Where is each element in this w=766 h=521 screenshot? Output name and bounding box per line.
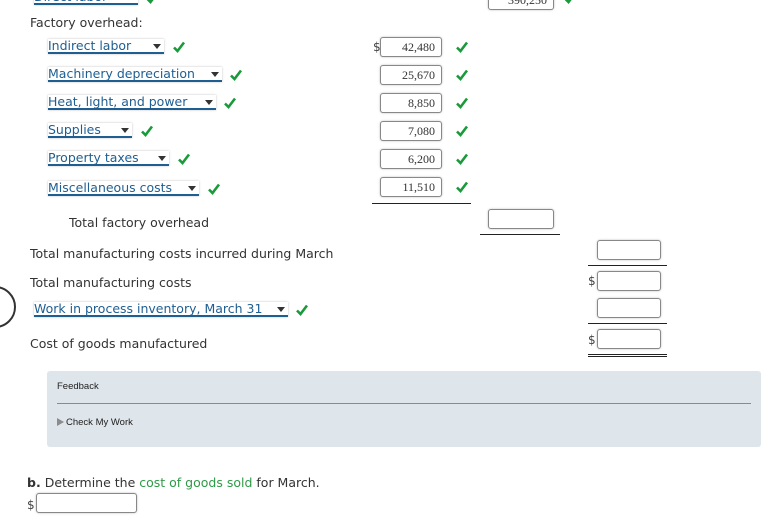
overhead-amount-input[interactable]: 7,080 <box>380 121 442 141</box>
check-my-work-toggle[interactable]: Check My Work <box>57 417 133 428</box>
check-icon <box>140 124 154 138</box>
total-manufacturing-costs-label: Total manufacturing costs <box>30 275 192 290</box>
check-icon <box>177 152 191 166</box>
feedback-panel: Feedback Check My Work <box>47 371 761 447</box>
chevron-down-icon <box>188 186 196 191</box>
wip-rule <box>588 323 667 324</box>
check-icon <box>563 0 577 5</box>
check-icon <box>455 96 469 110</box>
overhead-select-property-taxes[interactable]: Property taxes <box>48 151 169 166</box>
dollar-sign: $ <box>588 333 596 347</box>
wip-inventory-input[interactable] <box>597 298 661 318</box>
select-label: Machinery depreciation <box>48 66 195 81</box>
select-label: Property taxes <box>48 150 139 165</box>
check-icon <box>455 68 469 82</box>
part-b-text-after: for March. <box>256 475 320 490</box>
cogm-input[interactable] <box>597 329 661 349</box>
check-icon <box>455 40 469 54</box>
check-icon <box>295 303 309 317</box>
wip-inventory-select[interactable]: Work in process inventory, March 31 <box>34 302 288 317</box>
check-my-work-label: Check My Work <box>66 417 133 428</box>
select-label: Direct labor <box>34 0 107 4</box>
check-icon <box>455 180 469 194</box>
check-icon <box>223 96 237 110</box>
check-icon <box>207 182 221 196</box>
cost-of-goods-sold-term[interactable]: cost of goods sold <box>139 475 252 490</box>
overhead-select-machinery-depreciation[interactable]: Machinery depreciation <box>48 67 222 82</box>
cogm-double-rule-bottom <box>588 356 667 357</box>
part-b-prefix: b. <box>27 475 41 490</box>
check-icon <box>145 0 159 5</box>
total-manufacturing-costs-input[interactable] <box>597 271 661 291</box>
overhead-amount-input[interactable]: 8,850 <box>380 93 442 113</box>
total-incurred-input[interactable] <box>597 240 661 260</box>
overhead-select-supplies[interactable]: Supplies <box>48 123 132 138</box>
overhead-select-heat-light-power[interactable]: Heat, light, and power <box>48 95 216 110</box>
partial-circle-icon <box>0 286 16 328</box>
part-b-question: b. Determine the cost of goods sold for … <box>27 475 320 490</box>
play-triangle-icon <box>57 418 64 426</box>
select-label: Miscellaneous costs <box>48 180 173 195</box>
chevron-down-icon <box>121 128 129 133</box>
total-factory-overhead-input[interactable] <box>488 209 554 229</box>
feedback-divider <box>57 403 751 404</box>
overhead-amount-input[interactable]: 42,480 <box>380 37 442 57</box>
dollar-sign: $ <box>588 274 596 288</box>
overhead-amount-input[interactable]: 11,510 <box>380 177 442 197</box>
total-overhead-rule <box>480 234 560 235</box>
chevron-down-icon <box>153 44 161 49</box>
total-incurred-label: Total manufacturing costs incurred durin… <box>30 246 334 261</box>
direct-labor-select[interactable]: Direct labor <box>34 0 138 5</box>
subtotal-rule <box>372 203 471 204</box>
select-label: Supplies <box>48 122 101 137</box>
incurred-rule <box>588 265 667 266</box>
cogm-label: Cost of goods manufactured <box>30 336 208 351</box>
select-label: Heat, light, and power <box>48 94 188 109</box>
chevron-down-icon <box>205 100 213 105</box>
select-label: Work in process inventory, March 31 <box>34 301 263 316</box>
select-label: Indirect labor <box>48 38 132 53</box>
cogm-double-rule-top <box>588 354 667 355</box>
check-icon <box>229 68 243 82</box>
chevron-down-icon <box>158 156 166 161</box>
overhead-amount-input[interactable]: 6,200 <box>380 149 442 169</box>
dollar-sign: $ <box>27 498 35 512</box>
overhead-select-miscellaneous-costs[interactable]: Miscellaneous costs <box>48 181 199 196</box>
check-icon <box>455 152 469 166</box>
feedback-title: Feedback <box>57 381 99 392</box>
factory-overhead-heading: Factory overhead: <box>30 15 143 30</box>
overhead-select-indirect-labor[interactable]: Indirect labor <box>48 39 164 54</box>
direct-labor-input[interactable]: 390,250 <box>488 0 554 10</box>
chevron-down-icon <box>211 72 219 77</box>
total-factory-overhead-label: Total factory overhead <box>69 215 210 230</box>
overhead-amount-input[interactable]: 25,670 <box>380 65 442 85</box>
part-b-text-before: Determine the <box>44 475 136 490</box>
chevron-down-icon <box>277 307 285 312</box>
check-icon <box>455 124 469 138</box>
cost-of-goods-sold-input[interactable] <box>36 493 137 513</box>
check-icon <box>172 40 186 54</box>
